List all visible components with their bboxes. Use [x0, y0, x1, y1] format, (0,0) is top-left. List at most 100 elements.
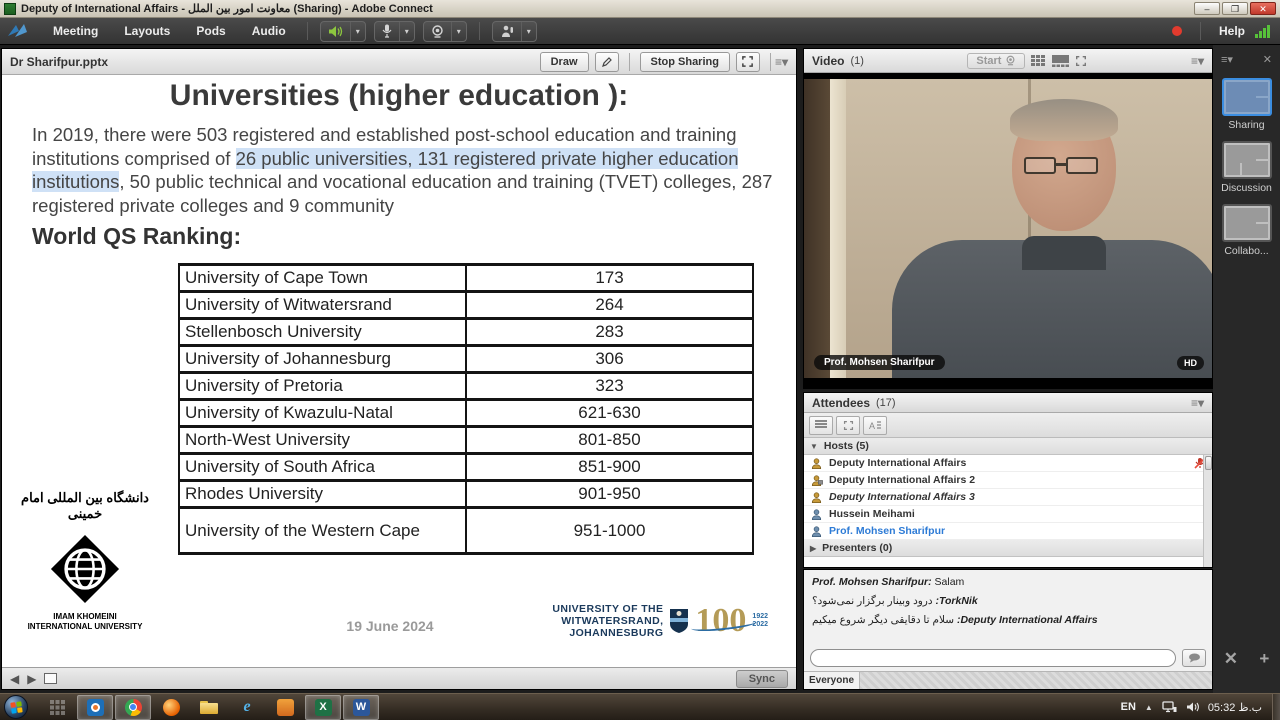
system-tray: EN ▲ 05:32 ب.ظ: [1121, 701, 1266, 714]
maximize-button[interactable]: ❐: [1222, 2, 1248, 15]
menu-layouts[interactable]: Layouts: [111, 18, 183, 45]
menu-pods[interactable]: Pods: [183, 18, 238, 45]
send-message-button[interactable]: [1182, 649, 1206, 667]
background-door-frame: [830, 79, 846, 378]
chat-sender-name: Prof. Mohsen Sharifpur:: [812, 576, 932, 588]
language-indicator[interactable]: EN: [1121, 701, 1136, 713]
fullscreen-button[interactable]: [736, 52, 760, 72]
share-pod: Dr Sharifpur.pptx Draw Stop Sharing ≡▾ U…: [1, 48, 797, 690]
attendee-row[interactable]: Deputy International Affairs 3: [804, 489, 1212, 506]
connection-signal-icon[interactable]: [1255, 24, 1270, 38]
ikiu-caption-line: IMAM KHOMEINI: [8, 612, 162, 622]
chat-messages: Prof. Mohsen Sharifpur: Salam TorkNik: د…: [804, 570, 1212, 647]
tab-everyone[interactable]: Everyone: [804, 672, 860, 689]
start-button[interactable]: [4, 695, 28, 719]
microphone-dropdown-arrow[interactable]: ▾: [399, 22, 414, 41]
start-webcam-button[interactable]: Start: [967, 53, 1025, 69]
internet-explorer-taskbar-icon[interactable]: e: [229, 695, 265, 720]
hidden-icons-arrow[interactable]: ▲: [1145, 703, 1153, 712]
layouts-panel-menu-icon[interactable]: ≡▾: [1221, 53, 1233, 66]
sort-attendees-button[interactable]: A: [863, 416, 887, 435]
rank-cell: 851-900: [466, 454, 753, 481]
presenters-group-header[interactable]: ▶ Presenters (0): [804, 540, 1212, 557]
microphone-button[interactable]: ▾: [374, 21, 415, 42]
speaker-glasses: [1024, 157, 1056, 174]
show-desktop-button[interactable]: [1272, 694, 1280, 720]
table-row: Rhodes University901-950: [179, 481, 753, 508]
network-tray-icon[interactable]: [1162, 701, 1177, 713]
video-fullscreen-icon[interactable]: [1075, 55, 1087, 67]
ikiu-calligraphy: دانشگاه بین المللی امام خمینی: [8, 490, 162, 522]
webcam-video-frame: Prof. Mohsen Sharifpur HD: [804, 79, 1212, 378]
university-cell: Rhodes University: [179, 481, 466, 508]
taskbar-clock[interactable]: 05:32 ب.ظ: [1208, 701, 1262, 714]
attendee-avatar-icon: [810, 525, 823, 538]
excel-taskbar-icon[interactable]: X: [305, 695, 341, 720]
adobe-connect-taskbar-icon[interactable]: [77, 695, 113, 720]
speaker-dropdown-arrow[interactable]: ▾: [350, 22, 365, 41]
list-view-button[interactable]: [809, 416, 833, 435]
university-cell: University of Witwatersrand: [179, 292, 466, 319]
layouts-panel-close-icon[interactable]: ✕: [1263, 53, 1272, 66]
next-slide-button[interactable]: ▶: [27, 672, 36, 686]
attendees-scrollbar[interactable]: [1203, 455, 1212, 567]
raise-hand-dropdown-arrow[interactable]: ▾: [521, 22, 536, 41]
share-pod-menu-icon[interactable]: ≡▾: [775, 55, 788, 69]
attendee-row[interactable]: Prof. Mohsen Sharifpur: [804, 523, 1212, 540]
webcam-dropdown-arrow[interactable]: ▾: [451, 22, 466, 41]
attendee-row[interactable]: Deputy International Affairs 2: [804, 472, 1212, 489]
sidebar-toggle-icon[interactable]: [44, 673, 57, 684]
attendees-count: (17): [876, 397, 896, 409]
attendee-row[interactable]: Deputy International Affairs: [804, 455, 1212, 472]
rank-cell: 951-1000: [466, 508, 753, 554]
previous-slide-button[interactable]: ◀: [10, 672, 19, 686]
table-row: University of Johannesburg306: [179, 346, 753, 373]
layout-sharing[interactable]: Sharing: [1221, 78, 1273, 131]
scrollbar-thumb[interactable]: [1205, 456, 1212, 470]
filmstrip-view-icon[interactable]: [1052, 55, 1069, 67]
layout-collaboration[interactable]: Collabo...: [1221, 204, 1273, 257]
explorer-taskbar-icon[interactable]: [191, 695, 227, 720]
pinned-app-icon[interactable]: [39, 695, 75, 720]
panel-close-icon[interactable]: ✕: [1224, 649, 1238, 669]
close-button[interactable]: ✕: [1250, 2, 1276, 15]
menu-meeting[interactable]: Meeting: [40, 18, 111, 45]
svg-text:A: A: [869, 421, 875, 430]
attendee-row[interactable]: Hussein Meihami: [804, 506, 1212, 523]
word-taskbar-icon[interactable]: W: [343, 695, 379, 720]
layout-thumbnail: [1222, 78, 1272, 116]
firefox-taskbar-icon[interactable]: [153, 695, 189, 720]
video-pod-menu-icon[interactable]: ≡▾: [1191, 54, 1204, 68]
sync-button[interactable]: Sync: [736, 670, 788, 688]
video-feed[interactable]: Prof. Mohsen Sharifpur HD: [804, 73, 1212, 388]
panel-add-icon[interactable]: +: [1259, 649, 1269, 669]
minimize-button[interactable]: –: [1194, 2, 1220, 15]
chat-message: TorkNik: درود وبینار برگزار نمی‌شود؟: [812, 595, 1204, 607]
layout-discussion[interactable]: Discussion: [1221, 141, 1273, 194]
chat-input[interactable]: [810, 649, 1176, 667]
slide-date: 19 June 2024: [320, 618, 460, 634]
layout-thumbnail: [1222, 204, 1272, 242]
table-row: University of Cape Town173: [179, 265, 753, 292]
grid-view-icon[interactable]: [1031, 55, 1046, 67]
volume-tray-icon[interactable]: [1186, 701, 1199, 713]
speaker-button[interactable]: ▾: [320, 21, 366, 42]
table-row: University of Pretoria323: [179, 373, 753, 400]
pointer-tool-button[interactable]: [595, 52, 619, 72]
help-menu[interactable]: Help: [1219, 24, 1245, 38]
orange-app-icon[interactable]: [267, 695, 303, 720]
table-row: Stellenbosch University283: [179, 319, 753, 346]
hosts-group-header[interactable]: ▼ Hosts (5): [804, 438, 1212, 455]
ikiu-globe-icon: [42, 526, 128, 612]
chat-input-row: [804, 647, 1212, 671]
webcam-button[interactable]: ▾: [423, 21, 467, 42]
breakout-view-button[interactable]: [836, 416, 860, 435]
attendees-pod-menu-icon[interactable]: ≡▾: [1191, 396, 1204, 410]
stop-sharing-button[interactable]: Stop Sharing: [640, 52, 730, 72]
raise-hand-button[interactable]: ▾: [492, 21, 537, 42]
menu-audio[interactable]: Audio: [239, 18, 299, 45]
chrome-taskbar-icon[interactable]: [115, 695, 151, 720]
draw-button[interactable]: Draw: [540, 52, 589, 72]
video-pod-title: Video: [812, 54, 844, 68]
chat-sender-name: TorkNik:: [935, 595, 977, 607]
